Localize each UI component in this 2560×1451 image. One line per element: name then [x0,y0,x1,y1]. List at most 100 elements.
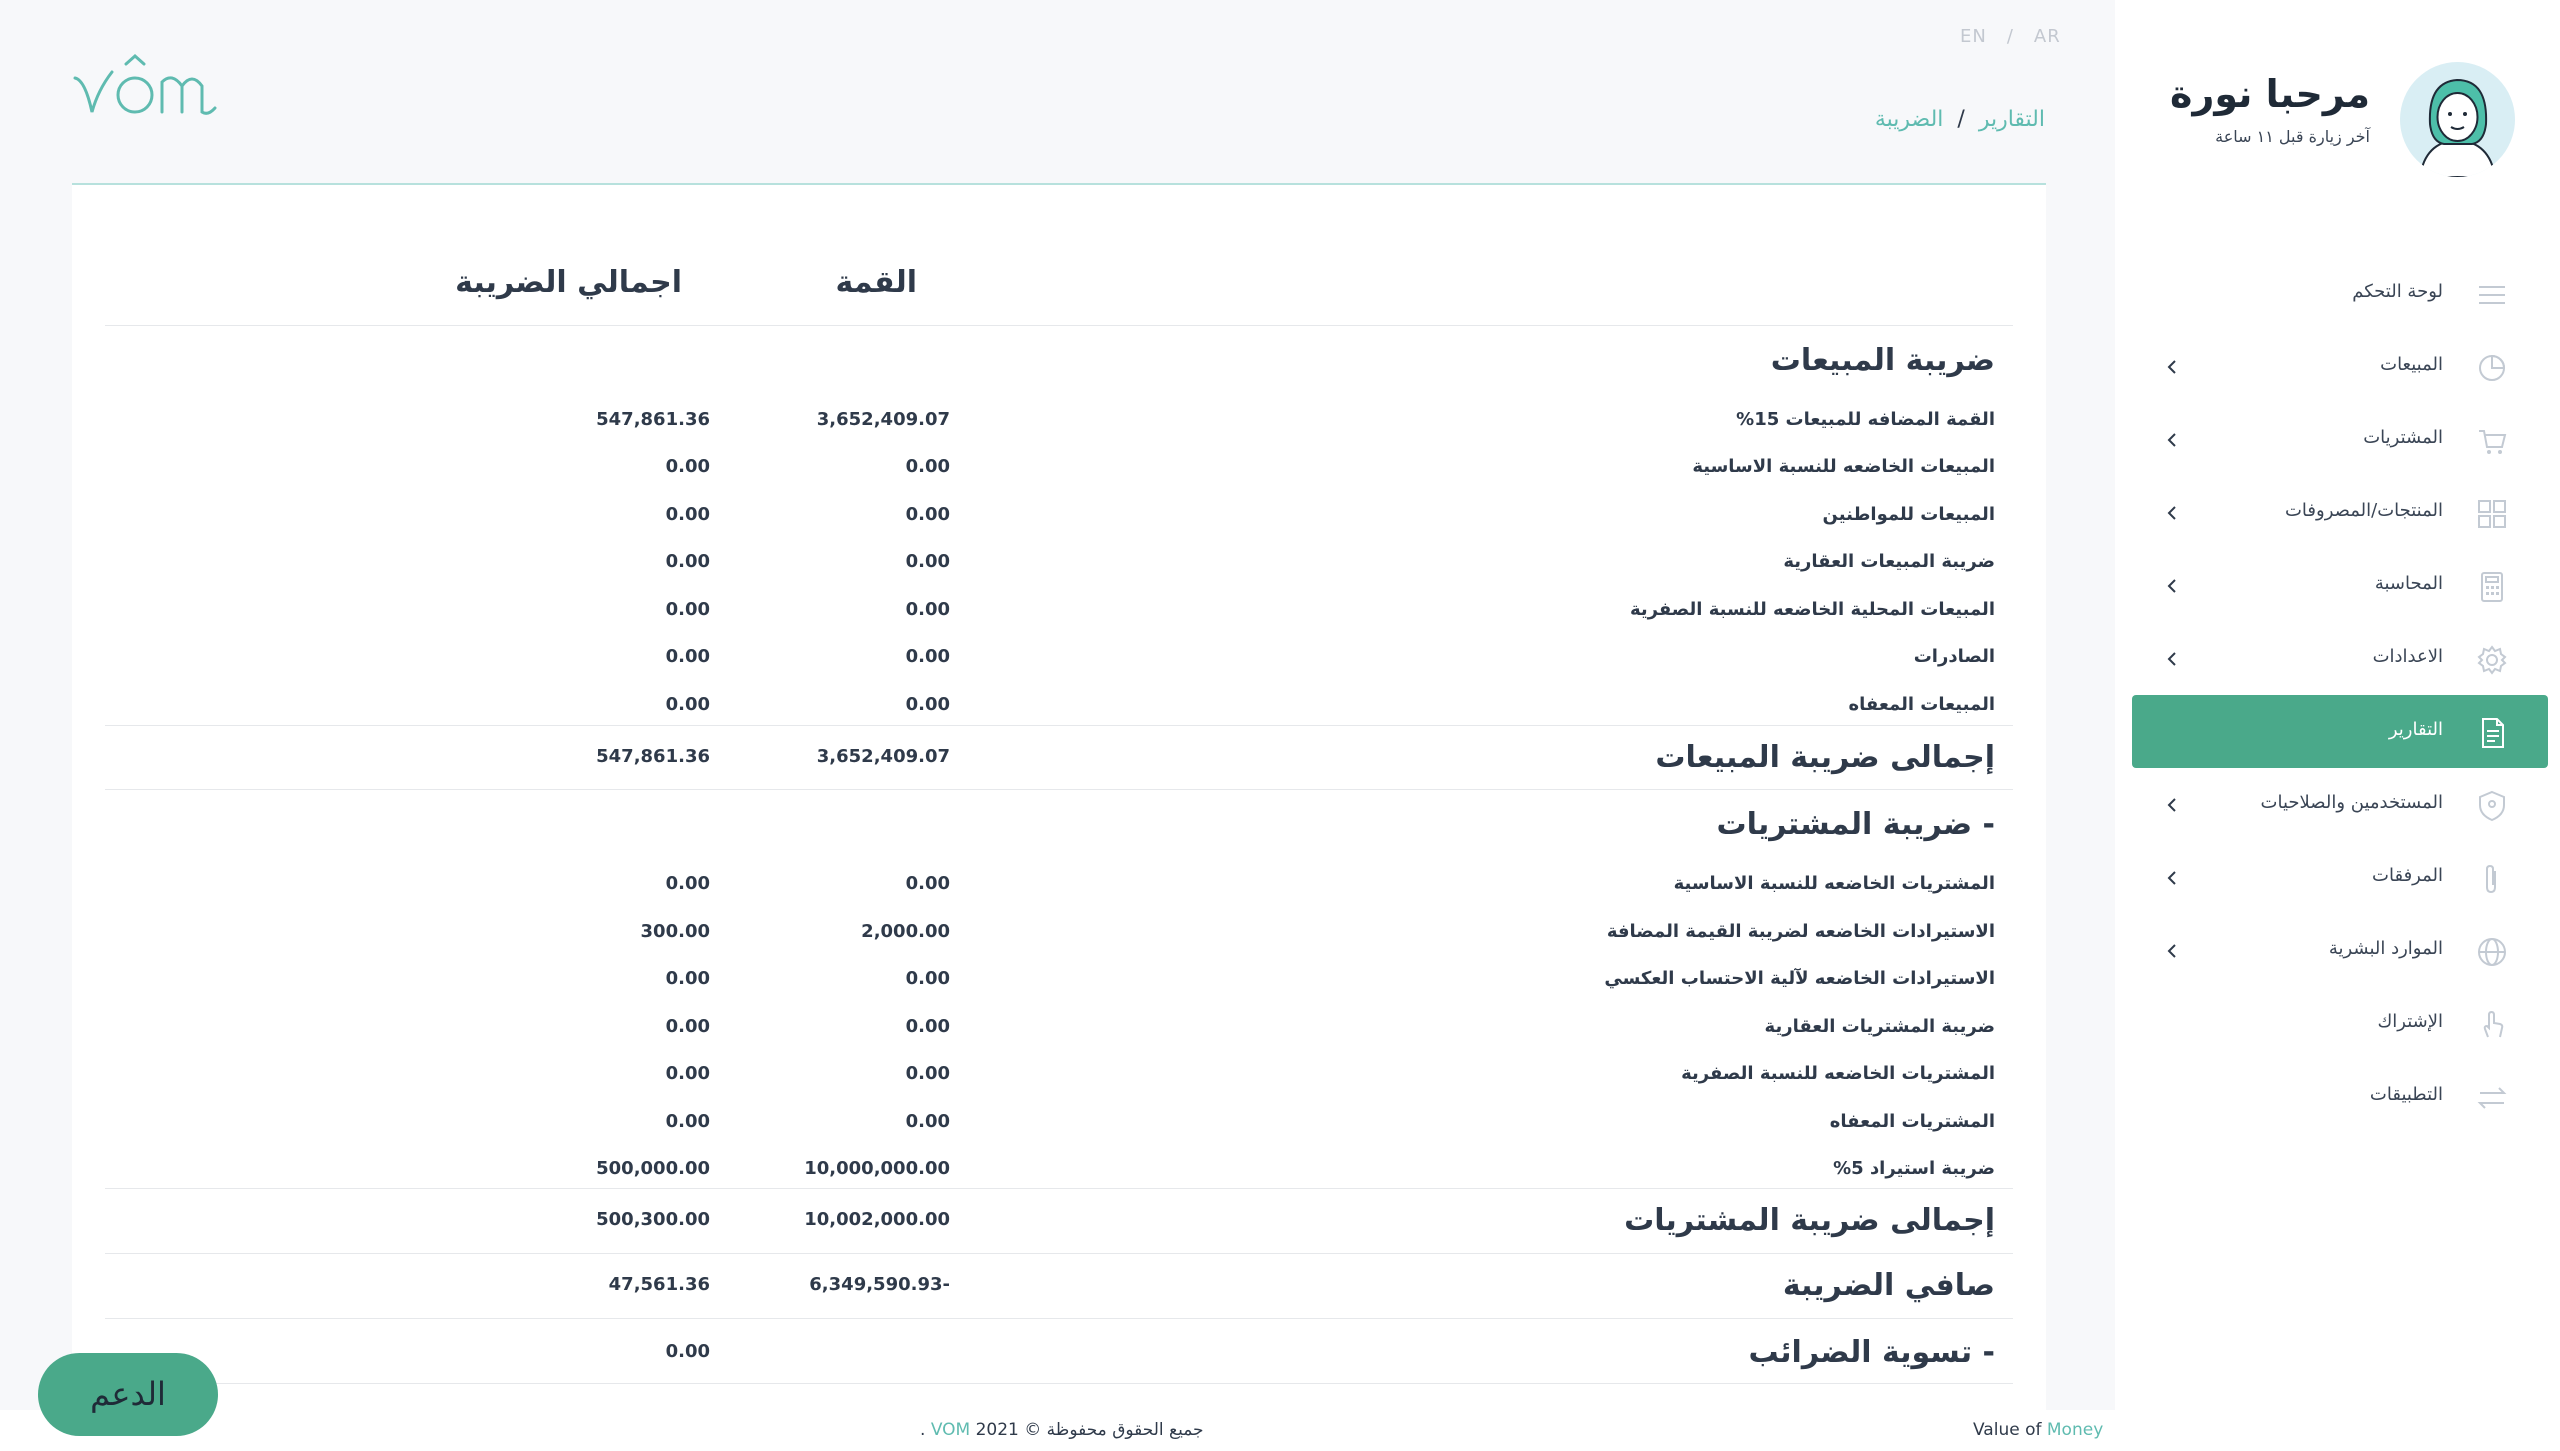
last-visit: آخر زيارة قبل ١١ ساعة [2215,127,2370,146]
section-title: - ضريبة المشتريات [105,807,2013,847]
row-tax: 0.00 [665,968,710,989]
sidebar-item-label: المحاسبة [2374,573,2443,594]
sidebar-item-label: التطبيقات [2369,1084,2443,1105]
menu-icon [2479,286,2505,304]
greeting: مرحبا نورة [2170,72,2370,116]
row-label: الصادرات [1913,646,1995,667]
tax-settlement-row: - تسوية الضرائب 0.00 [105,1335,2013,1375]
total-label: إجمالى ضريبة المبيعات [1655,740,1995,775]
chevron-left-icon [2167,579,2176,593]
table-row: المبيعات المحلية الخاضعه للنسبة الصفرية … [105,591,2013,631]
sidebar-item-label: الاعدادات [2372,646,2443,667]
lang-ar[interactable]: AR [2034,26,2061,47]
sidebar-item-label: المبيعات [2380,354,2443,375]
vom-logo[interactable] [70,50,250,125]
paperclip-icon [2486,864,2496,894]
net-tax-row: صافي الضريبة 6,349,590.93- 47,561.36 [105,1268,2013,1308]
sidebar-item-purchases[interactable]: المشتريات [2132,403,2548,476]
sidebar-item-label: الإشتراك [2377,1011,2443,1032]
sidebar-item-hr[interactable]: الموارد البشرية [2132,914,2548,987]
sidebar-item-accounting[interactable]: المحاسبة [2132,549,2548,622]
row-tax: 547,861.36 [596,409,710,430]
table-row: المشتريات الخاضعه للنسبة الاساسية 0.00 0… [105,865,2013,905]
lang-en[interactable]: EN [1960,26,1987,47]
total-tax: 500,300.00 [596,1209,710,1230]
chevron-left-icon [2167,652,2176,666]
table-row: ضريبة استيراد 5% 10,000,000.00 500,000.0… [105,1150,2013,1190]
total-label: إجمالى ضريبة المشتريات [1624,1203,1995,1238]
cart-icon [2479,430,2507,454]
breadcrumb: التقارير / الضريبة [1875,107,2045,132]
row-tax: 0.00 [665,694,710,715]
total-tax: 547,861.36 [596,746,710,767]
breadcrumb-tax[interactable]: الضريبة [1875,107,1944,132]
sidebar-item-settings[interactable]: الاعدادات [2132,622,2548,695]
gear-icon [2477,645,2507,675]
sales-tax-title: ضريبة المبيعات [1770,343,1995,378]
sidebar-item-subscription[interactable]: الإشتراك [2132,987,2548,1060]
sidebar-item-apps[interactable]: التطبيقات [2132,1060,2548,1133]
sidebar-item-dashboard[interactable]: لوحة التحكم [2132,257,2548,330]
sidebar-menu: لوحة التحكم المبيعات المشتريات المنتجات/… [2132,257,2548,1133]
sidebar-item-label: الموارد البشرية [2328,938,2443,959]
table-row: ضريبة المبيعات العقارية 0.00 0.00 [105,543,2013,583]
breadcrumb-separator: / [1957,107,1965,132]
breadcrumb-reports[interactable]: التقارير [1979,107,2045,132]
row-label: ضريبة استيراد 5% [1833,1158,1995,1179]
copyright-text: جميع الحقوق محفوظة © 2021 [975,1420,1204,1440]
copyright-brand-link[interactable]: VOM [931,1420,970,1440]
sidebar-item-label: لوحة التحكم [2352,281,2443,302]
copyright-suffix: . [920,1420,926,1440]
divider [105,789,2013,790]
column-header-total-tax: اجمالي الضريبة [455,265,682,300]
row-label: المشتريات الخاضعه للنسبة الاساسية [1673,873,1995,894]
sidebar-item-sales[interactable]: المبيعات [2132,330,2548,403]
row-tax: 0.00 [665,646,710,667]
sidebar-item-label: التقارير [2388,719,2443,740]
sidebar-item-attachments[interactable]: المرفقات [2132,841,2548,914]
support-button[interactable]: الدعم [38,1353,218,1436]
row-label: الاستيرادات الخاضعه لآلية الاحتساب العكس… [1604,968,1995,989]
table-row: الاستيرادات الخاضعه لضريبة القيمة المضاف… [105,913,2013,953]
sidebar-item-reports[interactable]: التقارير [2132,695,2548,768]
row-tax: 0.00 [665,504,710,525]
divider [105,1318,2013,1319]
section-title: ضريبة المبيعات [105,343,2013,383]
row-tax: 0.00 [665,873,710,894]
row-tax: 0.00 [665,551,710,572]
sidebar: مرحبا نورة آخر زيارة قبل ١١ ساعة لوحة ال… [2115,0,2560,1451]
hand-icon [2483,1010,2504,1038]
chevron-left-icon [2167,506,2176,520]
table-row: المبيعات للمواطنين 0.00 0.00 [105,496,2013,536]
sidebar-item-label: المرفقات [2372,865,2443,886]
row-tax: 0.00 [665,456,710,477]
table-row: القمة المضافه للمبيعات 15% 3,652,409.07 … [105,401,2013,441]
report-icon [2482,718,2504,748]
grid-icon [2478,500,2506,528]
row-label: المبيعات للمواطنين [1822,504,1995,525]
settlement-label: - تسوية الضرائب [1748,1335,1995,1370]
sidebar-item-products[interactable]: المنتجات/المصروفات [2132,476,2548,549]
shield-icon [2479,790,2505,822]
divider [105,325,2013,326]
exchange-icon [2477,1087,2507,1109]
row-label: المشتريات المعفاه [1829,1111,1995,1132]
row-label: الاستيرادات الخاضعه لضريبة القيمة المضاف… [1606,921,1995,942]
row-label: المبيعات الخاضعه للنسبة الاساسية [1692,456,1995,477]
net-tax-label: صافي الضريبة [1782,1268,1995,1303]
sidebar-item-users[interactable]: المستخدمين والصلاحيات [2132,768,2548,841]
purchases-total-row: إجمالى ضريبة المشتريات 10,002,000.00 500… [105,1203,2013,1243]
chevron-left-icon [2167,944,2176,958]
purchases-tax-title: - ضريبة المشتريات [1716,807,1995,842]
divider [105,1383,2013,1384]
sales-total-row: إجمالى ضريبة المبيعات 3,652,409.07 547,8… [105,740,2013,780]
sidebar-item-label: المشتريات [2363,427,2443,448]
table-row: المشتريات الخاضعه للنسبة الصفرية 0.00 0.… [105,1055,2013,1095]
row-tax: 0.00 [665,1111,710,1132]
avatar[interactable] [2400,62,2515,177]
table-row: المبيعات الخاضعه للنسبة الاساسية 0.00 0.… [105,448,2013,488]
row-tax: 0.00 [665,1016,710,1037]
chevron-left-icon [2167,360,2176,374]
row-label: المبيعات المعفاه [1848,694,1995,715]
user-profile: مرحبا نورة آخر زيارة قبل ١١ ساعة [2135,62,2515,177]
